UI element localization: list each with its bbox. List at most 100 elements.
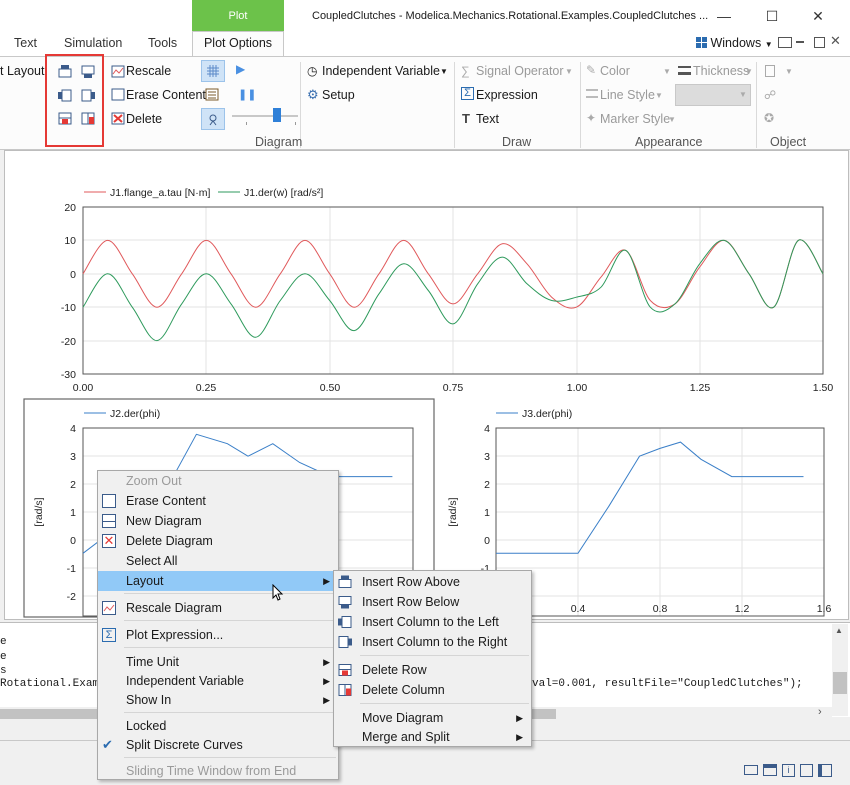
y-tick: 3 (70, 451, 76, 463)
vertical-scrollbar[interactable] (832, 624, 848, 716)
tab-tools[interactable]: Tools (148, 36, 177, 50)
group-label-appearance: Appearance (635, 135, 703, 149)
tab-simulation[interactable]: Simulation (64, 36, 122, 50)
delete-button[interactable]: Delete (126, 112, 162, 126)
insert-column-left-icon[interactable] (58, 89, 72, 102)
slider-ticks (246, 122, 296, 125)
minimize-pane-icon[interactable] (796, 41, 804, 43)
menu-item-new-diagram[interactable]: New Diagram (98, 511, 338, 531)
y-tick: -10 (61, 302, 76, 314)
maximize-button[interactable]: ☐ (762, 6, 782, 26)
x-tick: 1.25 (690, 382, 711, 394)
restore-pane-icon[interactable] (778, 37, 792, 48)
menu-item-insert-row-below[interactable]: Insert Row Below (334, 592, 531, 612)
y-tick: 4 (70, 423, 76, 435)
thickness-button: Thickness (693, 64, 750, 78)
y-axis-label: [rad/s] (33, 497, 45, 526)
menu-item-insert-column-left[interactable]: Insert Column to the Left (334, 612, 531, 632)
submenu-arrow-icon: ▶ (323, 576, 330, 586)
close-pane-icon[interactable]: ✕ (830, 33, 841, 49)
menu-item-plot-expression[interactable]: Σ Plot Expression... (98, 625, 338, 645)
line-style-icon (586, 89, 598, 98)
series-line-j3 (496, 441, 804, 554)
status-view-icon[interactable] (744, 765, 758, 775)
text-tool-icon: T (462, 111, 470, 126)
x-tick: 1.00 (567, 382, 588, 394)
menu-item-insert-column-right[interactable]: Insert Column to the Right (334, 632, 531, 652)
menu-item-layout[interactable]: Layout ▶ (98, 571, 338, 591)
minimize-button[interactable]: — (714, 6, 734, 26)
menu-item-rescale-diagram[interactable]: Rescale Diagram (98, 598, 338, 618)
menu-item-locked[interactable]: Locked (98, 716, 338, 736)
setup-button[interactable]: Setup (322, 88, 355, 102)
x-tick: 1.50 (813, 382, 834, 394)
speed-slider-thumb[interactable] (273, 108, 281, 122)
insert-row-below-icon[interactable] (81, 65, 95, 78)
x-tick: 0.25 (196, 382, 217, 394)
windows-menu[interactable]: Windows ▼ (696, 36, 773, 50)
menu-separator (124, 647, 336, 648)
log-line: e (0, 636, 7, 648)
submenu-arrow-icon: ▶ (323, 657, 330, 667)
speed-slider-track[interactable] (232, 115, 298, 117)
delete-column-icon[interactable] (81, 112, 95, 125)
play-icon[interactable]: ▶ (236, 62, 245, 76)
menu-item-time-unit[interactable]: Time Unit ▶ (98, 652, 338, 672)
tab-text[interactable]: Text (14, 36, 37, 50)
menu-item-independent-variable[interactable]: Independent Variable ▶ (98, 671, 338, 691)
scroll-right-icon[interactable]: › (818, 706, 822, 718)
list-icon[interactable] (205, 88, 219, 101)
top-diagram[interactable]: J1.flange_a.tau [N·m] J1.der(w) [rad/s²]… (61, 187, 834, 394)
group-label-object: Object (770, 135, 807, 149)
text-button[interactable]: Text (476, 112, 499, 126)
status-print-icon[interactable] (763, 764, 777, 776)
pause-icon[interactable]: ❚❚ (238, 88, 256, 101)
submenu-arrow-icon: ▶ (323, 695, 330, 705)
status-panel-icon[interactable] (818, 764, 832, 777)
maximize-pane-icon[interactable] (814, 37, 825, 48)
group-label-draw: Draw (502, 135, 532, 149)
scroll-up-icon[interactable]: ▲ (835, 626, 843, 635)
y-tick: -30 (61, 369, 76, 381)
menu-item-delete-diagram[interactable]: ✕ Delete Diagram (98, 531, 338, 551)
menu-separator (124, 593, 336, 594)
menu-item-insert-row-above[interactable]: Insert Row Above (334, 572, 531, 592)
erase-content-button[interactable]: Erase Content (126, 88, 206, 102)
menu-item-delete-column[interactable]: Delete Column (334, 680, 531, 700)
rescale-button[interactable]: Rescale (126, 64, 171, 78)
mouse-cursor-icon (272, 584, 284, 601)
tab-plot-options[interactable]: Plot Options (192, 31, 284, 57)
x-tick: 1.2 (735, 603, 750, 615)
vertical-scrollbar-thumb[interactable] (833, 672, 847, 694)
menu-item-show-in[interactable]: Show In ▶ (98, 690, 338, 710)
log-line: e (0, 651, 7, 663)
y-tick: 0 (70, 535, 76, 547)
ribbon-separator (454, 62, 455, 148)
menu-item-delete-row[interactable]: Delete Row (334, 660, 531, 680)
menu-item-move-diagram[interactable]: Move Diagram ▶ (334, 708, 531, 728)
delete-row-icon[interactable] (58, 112, 72, 125)
pin-toggle[interactable] (201, 108, 225, 130)
status-info-icon[interactable]: i (782, 764, 795, 777)
delete-column-icon (338, 684, 352, 696)
insert-column-right-icon[interactable] (81, 89, 95, 102)
close-button[interactable]: ✕ (808, 6, 828, 26)
status-doc-icon[interactable] (800, 764, 813, 777)
menu-item-erase-content[interactable]: Erase Content (98, 491, 338, 511)
chevron-down-icon: ▼ (565, 67, 573, 76)
independent-variable-button[interactable]: Independent Variable (322, 64, 440, 78)
bottom-right-grid (496, 428, 824, 616)
grid-toggle[interactable] (201, 60, 225, 82)
y-tick: -20 (61, 336, 76, 348)
menu-item-split-discrete-curves[interactable]: ✔ Split Discrete Curves (98, 735, 338, 755)
window-title: CoupledClutches - Modelica.Mechanics.Rot… (312, 10, 709, 22)
menu-item-select-all[interactable]: Select All (98, 551, 338, 571)
insert-row-above-icon[interactable] (58, 65, 72, 78)
windows-icon (696, 37, 707, 48)
new-diagram-icon (102, 514, 116, 528)
expression-button[interactable]: Expression (476, 88, 538, 102)
thickness-icon (678, 66, 691, 75)
rescale-icon (111, 65, 125, 78)
menu-item-merge-and-split[interactable]: Merge and Split ▶ (334, 727, 531, 747)
chevron-down-icon: ▼ (745, 67, 753, 76)
